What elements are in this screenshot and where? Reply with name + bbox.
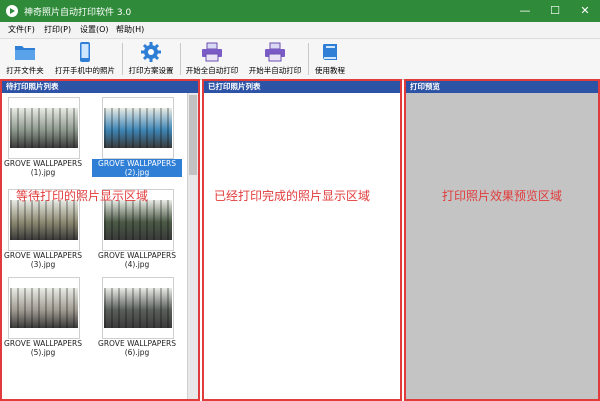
photo-filename-line2: (3).jpg: [30, 260, 56, 269]
toolbar-separator: [308, 43, 309, 75]
photo-filename-line2: (2).jpg: [124, 168, 150, 177]
title-bar: 神奇照片自动打印软件 3.0 — ☐ ✕: [0, 0, 600, 22]
print-settings-label: 打印方案设置: [128, 66, 174, 75]
waiting-photo-list[interactable]: GROVE WALLPAPERS (1).jpg GROVE WALLPAPERS(…: [2, 93, 198, 399]
photo-image: [10, 200, 78, 240]
photo-filename-line1: GROVE WALLPAPERS: [98, 339, 176, 348]
toolbar-separator: [122, 43, 123, 75]
auto-print-label: 开始全自动打印: [185, 66, 239, 75]
tutorial-label: 使用教程: [315, 66, 345, 75]
print-preview-panel: 打印预览 打印照片效果预览区域: [404, 79, 600, 401]
printed-photos-panel: 已打印照片列表 已经打印完成的照片显示区域: [202, 79, 402, 401]
photo-caption[interactable]: GROVE WALLPAPERS (5).jpg: [0, 339, 88, 357]
auto-print-button[interactable]: 开始全自动打印: [182, 39, 242, 79]
photo-caption[interactable]: GROVE WALLPAPERS (4).jpg: [92, 251, 182, 269]
photo-filename-line1: GROVE WALLPAPERS: [98, 251, 176, 260]
preview-area-annotation: 打印照片效果预览区域: [442, 189, 563, 203]
photo-image: [104, 200, 172, 240]
open-phone-photos-button[interactable]: 打开手机中的照片: [50, 39, 120, 79]
waiting-panel-title: 待打印照片列表: [2, 81, 198, 93]
photo-caption[interactable]: GROVE WALLPAPERS (3).jpg: [0, 251, 88, 269]
photo-caption[interactable]: GROVE WALLPAPERS (6).jpg: [92, 339, 182, 357]
printed-photo-list[interactable]: 已经打印完成的照片显示区域: [204, 93, 400, 399]
gear-icon: [141, 42, 161, 62]
photo-image: [10, 108, 78, 148]
tutorial-button[interactable]: 使用教程: [310, 39, 350, 79]
folder-icon: [15, 46, 35, 60]
scrollbar-thumb[interactable]: [189, 95, 197, 175]
menu-help[interactable]: 帮助(H): [116, 24, 144, 35]
photo-filename-line2: (1).jpg: [30, 168, 56, 177]
minimize-button[interactable]: —: [510, 0, 540, 22]
photo-filename-line1: GROVE WALLPAPERS: [98, 159, 176, 168]
printer-icon: [265, 42, 285, 62]
open-folder-button[interactable]: 打开文件夹: [2, 39, 48, 79]
toolbar-separator: [180, 43, 181, 75]
photo-image: [104, 288, 172, 328]
open-phone-label: 打开手机中的照片: [55, 66, 115, 75]
printed-area-annotation: 已经打印完成的照片显示区域: [214, 189, 371, 203]
photo-caption[interactable]: GROVE WALLPAPERS (1).jpg: [0, 159, 88, 177]
menu-bar: 文件(F) 打印(P) 设置(O) 帮助(H): [0, 22, 600, 39]
printed-panel-title: 已打印照片列表: [204, 81, 400, 93]
close-button[interactable]: ✕: [570, 0, 600, 22]
photo-thumbnail[interactable]: [8, 277, 80, 339]
photo-filename-line2: (4).jpg: [124, 260, 150, 269]
printer-icon: [202, 42, 222, 62]
preview-panel-title: 打印预览: [406, 81, 598, 93]
window-title: 神奇照片自动打印软件 3.0: [24, 8, 132, 18]
book-icon: [323, 44, 337, 60]
print-preview-area: 打印照片效果预览区域: [406, 93, 598, 399]
waiting-area-annotation: 等待打印的照片显示区域: [16, 189, 149, 203]
open-folder-label: 打开文件夹: [6, 66, 44, 75]
maximize-button[interactable]: ☐: [540, 0, 570, 22]
menu-print[interactable]: 打印(P): [44, 24, 71, 35]
photo-filename-line1: GROVE WALLPAPERS: [4, 339, 82, 348]
photo-image: [104, 108, 172, 148]
vertical-scrollbar[interactable]: [187, 93, 198, 399]
print-settings-button[interactable]: 打印方案设置: [124, 39, 178, 79]
photo-filename-line1: GROVE WALLPAPERS: [4, 159, 82, 168]
menu-file[interactable]: 文件(F): [8, 24, 35, 35]
photo-filename-line2: (6).jpg: [124, 348, 150, 357]
photo-thumbnail[interactable]: [102, 277, 174, 339]
photo-filename-line2: (5).jpg: [30, 348, 56, 357]
photo-thumbnail[interactable]: [102, 97, 174, 159]
toolbar: 打开文件夹 打开手机中的照片 打印方案设置 开始全自动打印 开始半自动打印 使用…: [0, 39, 600, 80]
semi-auto-print-label: 开始半自动打印: [248, 66, 302, 75]
menu-settings[interactable]: 设置(O): [80, 24, 109, 35]
photo-filename-line1: GROVE WALLPAPERS: [4, 251, 82, 260]
photo-caption[interactable]: GROVE WALLPAPERS (2).jpg: [92, 159, 182, 177]
waiting-photos-panel: 待打印照片列表 GROVE WALLPAPERS (1).jpg GROVE WAL…: [0, 79, 200, 401]
photo-image: [10, 288, 78, 328]
photo-thumbnail[interactable]: [8, 97, 80, 159]
semi-auto-print-button[interactable]: 开始半自动打印: [244, 39, 306, 79]
phone-icon: [80, 42, 90, 62]
app-play-icon: [6, 5, 18, 17]
